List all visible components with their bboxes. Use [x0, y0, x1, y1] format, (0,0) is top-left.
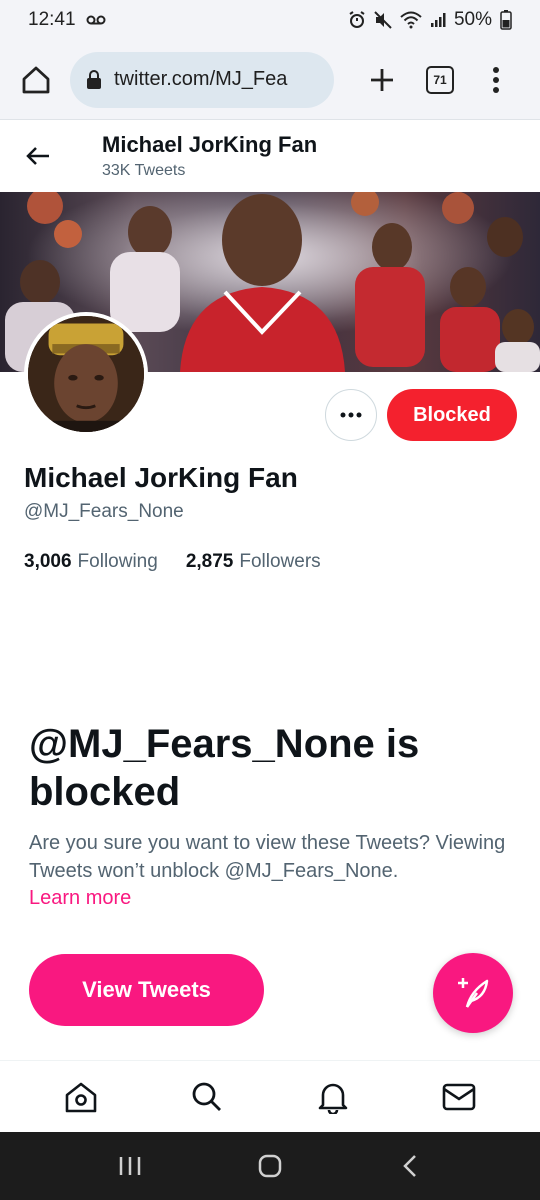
compose-tweet-button[interactable] [433, 953, 513, 1033]
more-vert-icon [493, 66, 499, 93]
profile-display-name: Michael JorKing Fan [24, 462, 298, 493]
more-horizontal-icon [340, 412, 362, 418]
plus-icon [371, 68, 393, 91]
avatar-image [28, 316, 144, 432]
header-text: Michael JorKing Fan 33K Tweets [102, 132, 317, 180]
wifi-icon [400, 11, 422, 29]
blocked-description: Are you sure you want to view these Twee… [29, 832, 506, 882]
header-display-name: Michael JorKing Fan [102, 132, 318, 157]
follow-stats: 3,006 Following 2,875 Followers [24, 551, 321, 573]
view-tweets-button[interactable]: View Tweets [29, 954, 264, 1026]
status-time: 12:41 [28, 9, 76, 30]
nav-notifications[interactable] [309, 1073, 357, 1121]
tab-count: 71 [433, 72, 447, 87]
status-bar: 12:41 50% [0, 0, 540, 40]
back-button[interactable] [24, 142, 52, 170]
followers-label: Followers [239, 551, 321, 572]
status-left: 12:41 [28, 9, 106, 31]
home-circle-icon [258, 1154, 282, 1178]
following-link[interactable]: 3,006 Following [24, 551, 158, 573]
browser-toolbar: twitter.com/MJ_Fea 71 [0, 40, 540, 120]
recents-button[interactable] [110, 1146, 150, 1186]
search-icon [192, 1082, 221, 1111]
system-home-button[interactable] [250, 1146, 290, 1186]
signal-icon [430, 12, 446, 28]
profile-handle: @MJ_Fears_None [24, 501, 184, 522]
nav-search[interactable] [183, 1073, 231, 1121]
voicemail-icon [86, 14, 106, 26]
following-label: Following [77, 551, 158, 572]
bell-icon [318, 1083, 348, 1114]
tabs-button[interactable]: 71 [426, 65, 454, 94]
lock-icon [87, 69, 101, 89]
home-icon [22, 66, 50, 93]
profile-header: Michael JorKing Fan 33K Tweets [0, 120, 540, 192]
followers-count: 2,875 [185, 551, 234, 572]
blocked-title: @MJ_Fears_None is blocked [29, 722, 420, 814]
profile-avatar[interactable] [24, 312, 148, 436]
recents-icon [119, 1157, 141, 1175]
home-icon [65, 1082, 97, 1112]
back-chevron-icon [403, 1155, 416, 1177]
address-bar[interactable]: twitter.com/MJ_Fea [70, 51, 334, 108]
battery-icon [500, 10, 512, 30]
battery-percent: 50% [453, 9, 492, 30]
nav-messages[interactable] [435, 1073, 483, 1121]
system-back-button[interactable] [390, 1146, 430, 1186]
bottom-navigation [0, 1060, 540, 1132]
system-navigation [0, 1132, 540, 1200]
header-tweet-count: 33K Tweets [102, 162, 186, 179]
profile-more-button[interactable] [325, 389, 377, 441]
arrow-left-icon [26, 147, 49, 165]
compose-feather-icon [458, 978, 489, 1008]
alarm-icon [348, 11, 366, 29]
mail-icon [442, 1083, 476, 1110]
browser-home-button[interactable] [16, 60, 56, 100]
blocked-button[interactable]: Blocked [387, 389, 517, 441]
browser-menu-button[interactable] [484, 62, 508, 98]
learn-more-link[interactable]: Learn more [29, 887, 131, 910]
followers-link[interactable]: 2,875 Followers [186, 551, 321, 573]
url-text: twitter.com/MJ_Fea [114, 68, 288, 90]
new-tab-button[interactable] [364, 62, 400, 98]
status-right: 50% [348, 9, 512, 31]
following-count: 3,006 [24, 551, 72, 572]
mute-icon [374, 11, 392, 29]
nav-home[interactable] [57, 1073, 105, 1121]
